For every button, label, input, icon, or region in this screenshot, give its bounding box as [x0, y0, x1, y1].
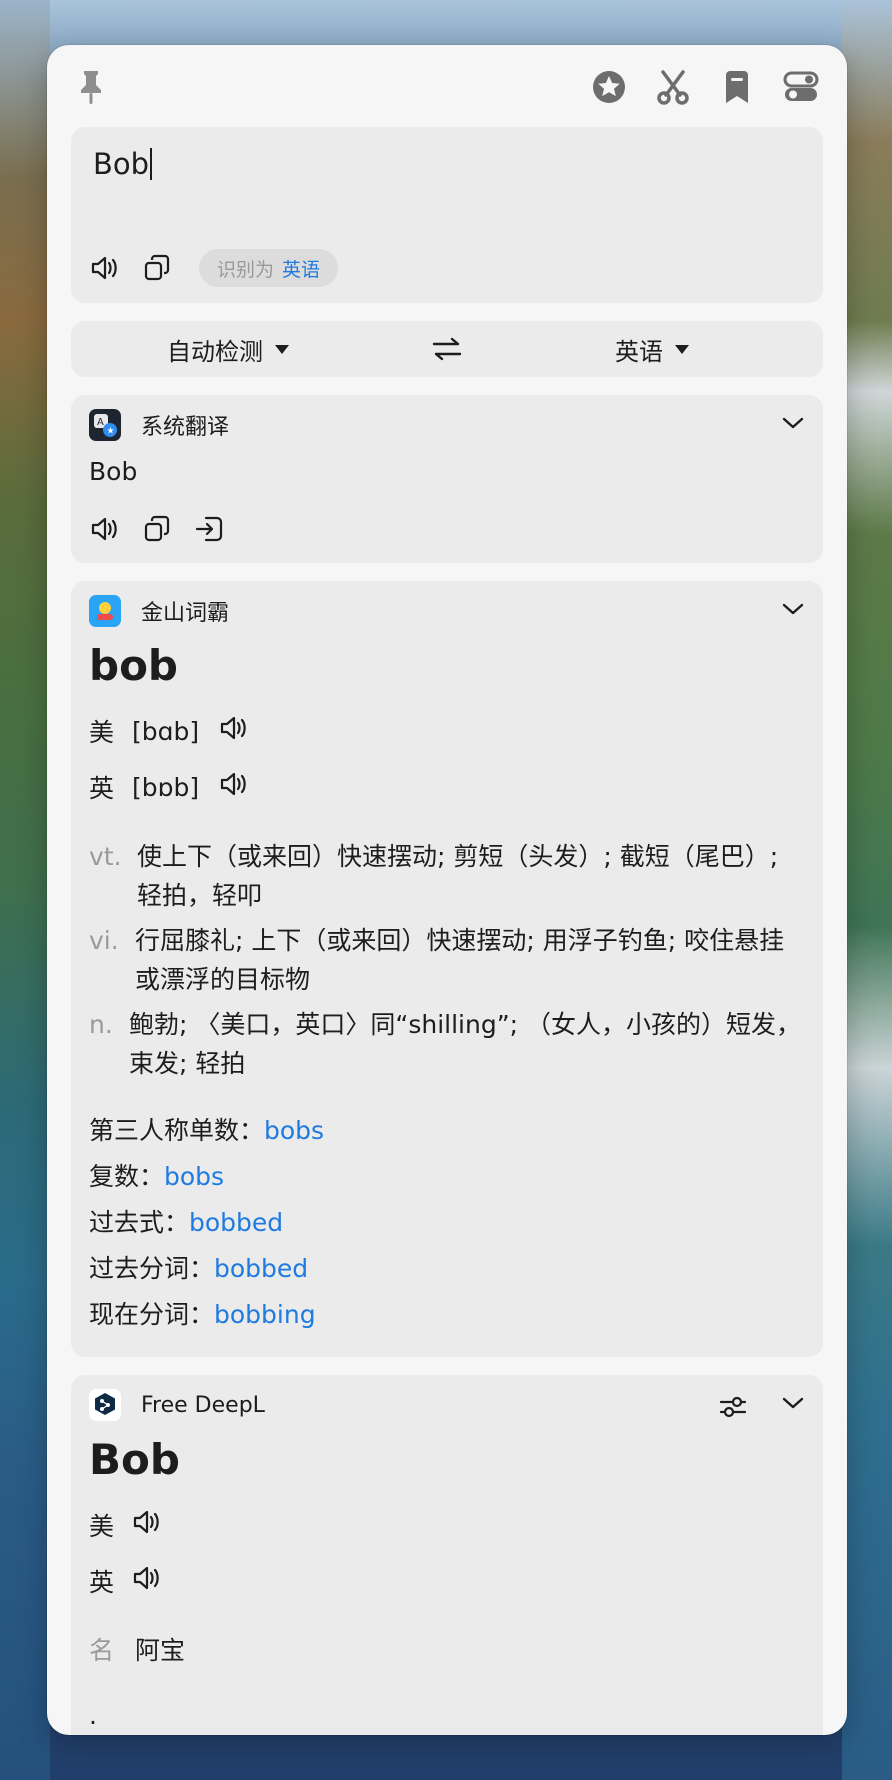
chevron-down-icon[interactable] [781, 601, 805, 621]
speaker-icon[interactable] [87, 250, 123, 286]
form-value-link[interactable]: bobs [264, 1116, 324, 1145]
phonetic-label: 英 [89, 774, 115, 803]
target-language-label: 英语 [615, 337, 663, 366]
speaker-icon[interactable] [87, 511, 123, 547]
svg-text:★: ★ [107, 427, 115, 437]
chevron-down-icon[interactable] [781, 415, 805, 435]
copy-icon[interactable] [139, 250, 175, 286]
definition-text: 鲍勃; 〈美口，英口〉同“shilling”; （女人，小孩的）短发，束发; 轻… [129, 1010, 802, 1078]
text-caret [150, 148, 153, 180]
insert-text-icon[interactable] [191, 511, 227, 547]
scissors-icon[interactable] [653, 67, 693, 107]
phonetic-ipa: [bɑb] [132, 716, 200, 746]
translation-result: Bob [89, 457, 138, 486]
detected-label: 识别为 [217, 258, 275, 281]
swap-languages-icon[interactable] [429, 331, 465, 367]
desktop-wallpaper-right [842, 0, 892, 1780]
toolbar [47, 45, 847, 125]
trailing-text: . [89, 1701, 97, 1730]
phonetic-row-us: 美 [89, 1507, 162, 1543]
definition-row: n. 鲍勃; 〈美口，英口〉同“shilling”; （女人，小孩的）短发，束发… [89, 1005, 807, 1083]
dropdown-arrow-icon [675, 344, 689, 354]
definition-text: 阿宝 [135, 1636, 186, 1665]
iciba-card: 金山词霸 bob 美 [bɑb] 英 [bɒb] vt. 使上下（或来回）快速摆… [71, 581, 823, 1357]
service-header[interactable]: A ★ 系统翻译 [89, 409, 229, 441]
phonetic-row-uk: 英 [89, 1563, 162, 1599]
part-of-speech: n. [89, 1010, 113, 1039]
word-form-row: 过去式：bobbed [89, 1203, 283, 1239]
sliders-settings-icon[interactable] [715, 1389, 751, 1425]
toggle-settings-icon[interactable] [781, 67, 821, 107]
phonetic-label: 美 [89, 718, 115, 747]
bookmark-icon[interactable] [717, 67, 757, 107]
form-value-link[interactable]: bobbing [214, 1300, 316, 1329]
word-form-row: 现在分词：bobbing [89, 1295, 316, 1331]
input-textarea[interactable]: Bob [93, 147, 153, 181]
headword: bob [89, 641, 178, 690]
language-bar: 自动检测 英语 [71, 321, 823, 377]
definition-text: 使上下（或来回）快速摆动; 剪短（头发）; 截短（尾巴）; 轻拍，轻叩 [137, 842, 779, 910]
form-value-link[interactable]: bobbed [214, 1254, 308, 1283]
iciba-logo-icon [89, 595, 121, 627]
pin-icon[interactable] [71, 67, 111, 107]
phonetic-label: 美 [89, 1512, 115, 1541]
part-of-speech: vi. [89, 926, 119, 955]
source-language-select[interactable]: 自动检测 [167, 321, 289, 377]
translator-window: Bob 识别为 英语 自动检测 英语 A ★ 系统翻译 Bob 金山词霸 bob… [47, 45, 847, 1735]
source-language-label: 自动检测 [167, 337, 263, 366]
desktop-wallpaper-left [0, 0, 50, 1780]
speaker-icon[interactable] [219, 714, 249, 748]
phonetic-row-us: 美 [bɑb] [89, 713, 249, 749]
service-name: 系统翻译 [141, 415, 230, 440]
copy-icon[interactable] [139, 511, 175, 547]
part-of-speech: vt. [89, 842, 122, 871]
phonetic-ipa: [bɒb] [132, 772, 200, 802]
system-translate-logo-icon: A ★ [89, 409, 121, 441]
form-label: 第三人称单数： [89, 1116, 265, 1145]
form-label: 现在分词： [89, 1300, 215, 1329]
svg-text:A: A [97, 417, 104, 428]
word-form-row: 第三人称单数：bobs [89, 1111, 324, 1147]
service-header[interactable]: Free DeepL [89, 1389, 265, 1421]
deepl-logo-icon [89, 1389, 121, 1421]
dropdown-arrow-icon [275, 344, 289, 354]
headword: Bob [89, 1435, 180, 1484]
system-translate-card: A ★ 系统翻译 Bob [71, 395, 823, 563]
form-label: 复数： [89, 1162, 165, 1191]
definition-text: 行屈膝礼; 上下（或来回）快速摆动; 用浮子钓鱼; 咬住悬挂或漂浮的目标物 [135, 926, 785, 994]
definition-row: vt. 使上下（或来回）快速摆动; 剪短（头发）; 截短（尾巴）; 轻拍，轻叩 [89, 837, 807, 915]
speaker-icon[interactable] [132, 1564, 162, 1598]
service-header[interactable]: 金山词霸 [89, 595, 229, 627]
word-form-row: 过去分词：bobbed [89, 1249, 308, 1285]
target-language-select[interactable]: 英语 [615, 321, 689, 377]
definition-row: 名 阿宝 [89, 1631, 807, 1670]
detected-language-pill[interactable]: 识别为 英语 [199, 249, 339, 287]
form-label: 过去分词： [89, 1254, 215, 1283]
phonetic-label: 英 [89, 1568, 115, 1597]
service-name: Free DeepL [141, 1392, 265, 1418]
detected-language: 英语 [282, 258, 321, 281]
chevron-down-icon[interactable] [781, 1395, 805, 1415]
input-card[interactable]: Bob 识别为 英语 [71, 127, 823, 303]
form-value-link[interactable]: bobs [164, 1162, 224, 1191]
service-name: 金山词霸 [141, 601, 230, 626]
word-form-row: 复数：bobs [89, 1157, 224, 1193]
phonetic-row-uk: 英 [bɒb] [89, 769, 249, 805]
speaker-icon[interactable] [219, 770, 249, 804]
part-of-speech: 名 [89, 1636, 115, 1665]
definition-row: vi. 行屈膝礼; 上下（或来回）快速摆动; 用浮子钓鱼; 咬住悬挂或漂浮的目标… [89, 921, 807, 999]
favorite-star-icon[interactable] [589, 67, 629, 107]
deepl-card: Free DeepL Bob 美 英 名 阿宝 . [71, 1375, 823, 1735]
form-value-link[interactable]: bobbed [189, 1208, 283, 1237]
form-label: 过去式： [89, 1208, 190, 1237]
speaker-icon[interactable] [132, 1508, 162, 1542]
